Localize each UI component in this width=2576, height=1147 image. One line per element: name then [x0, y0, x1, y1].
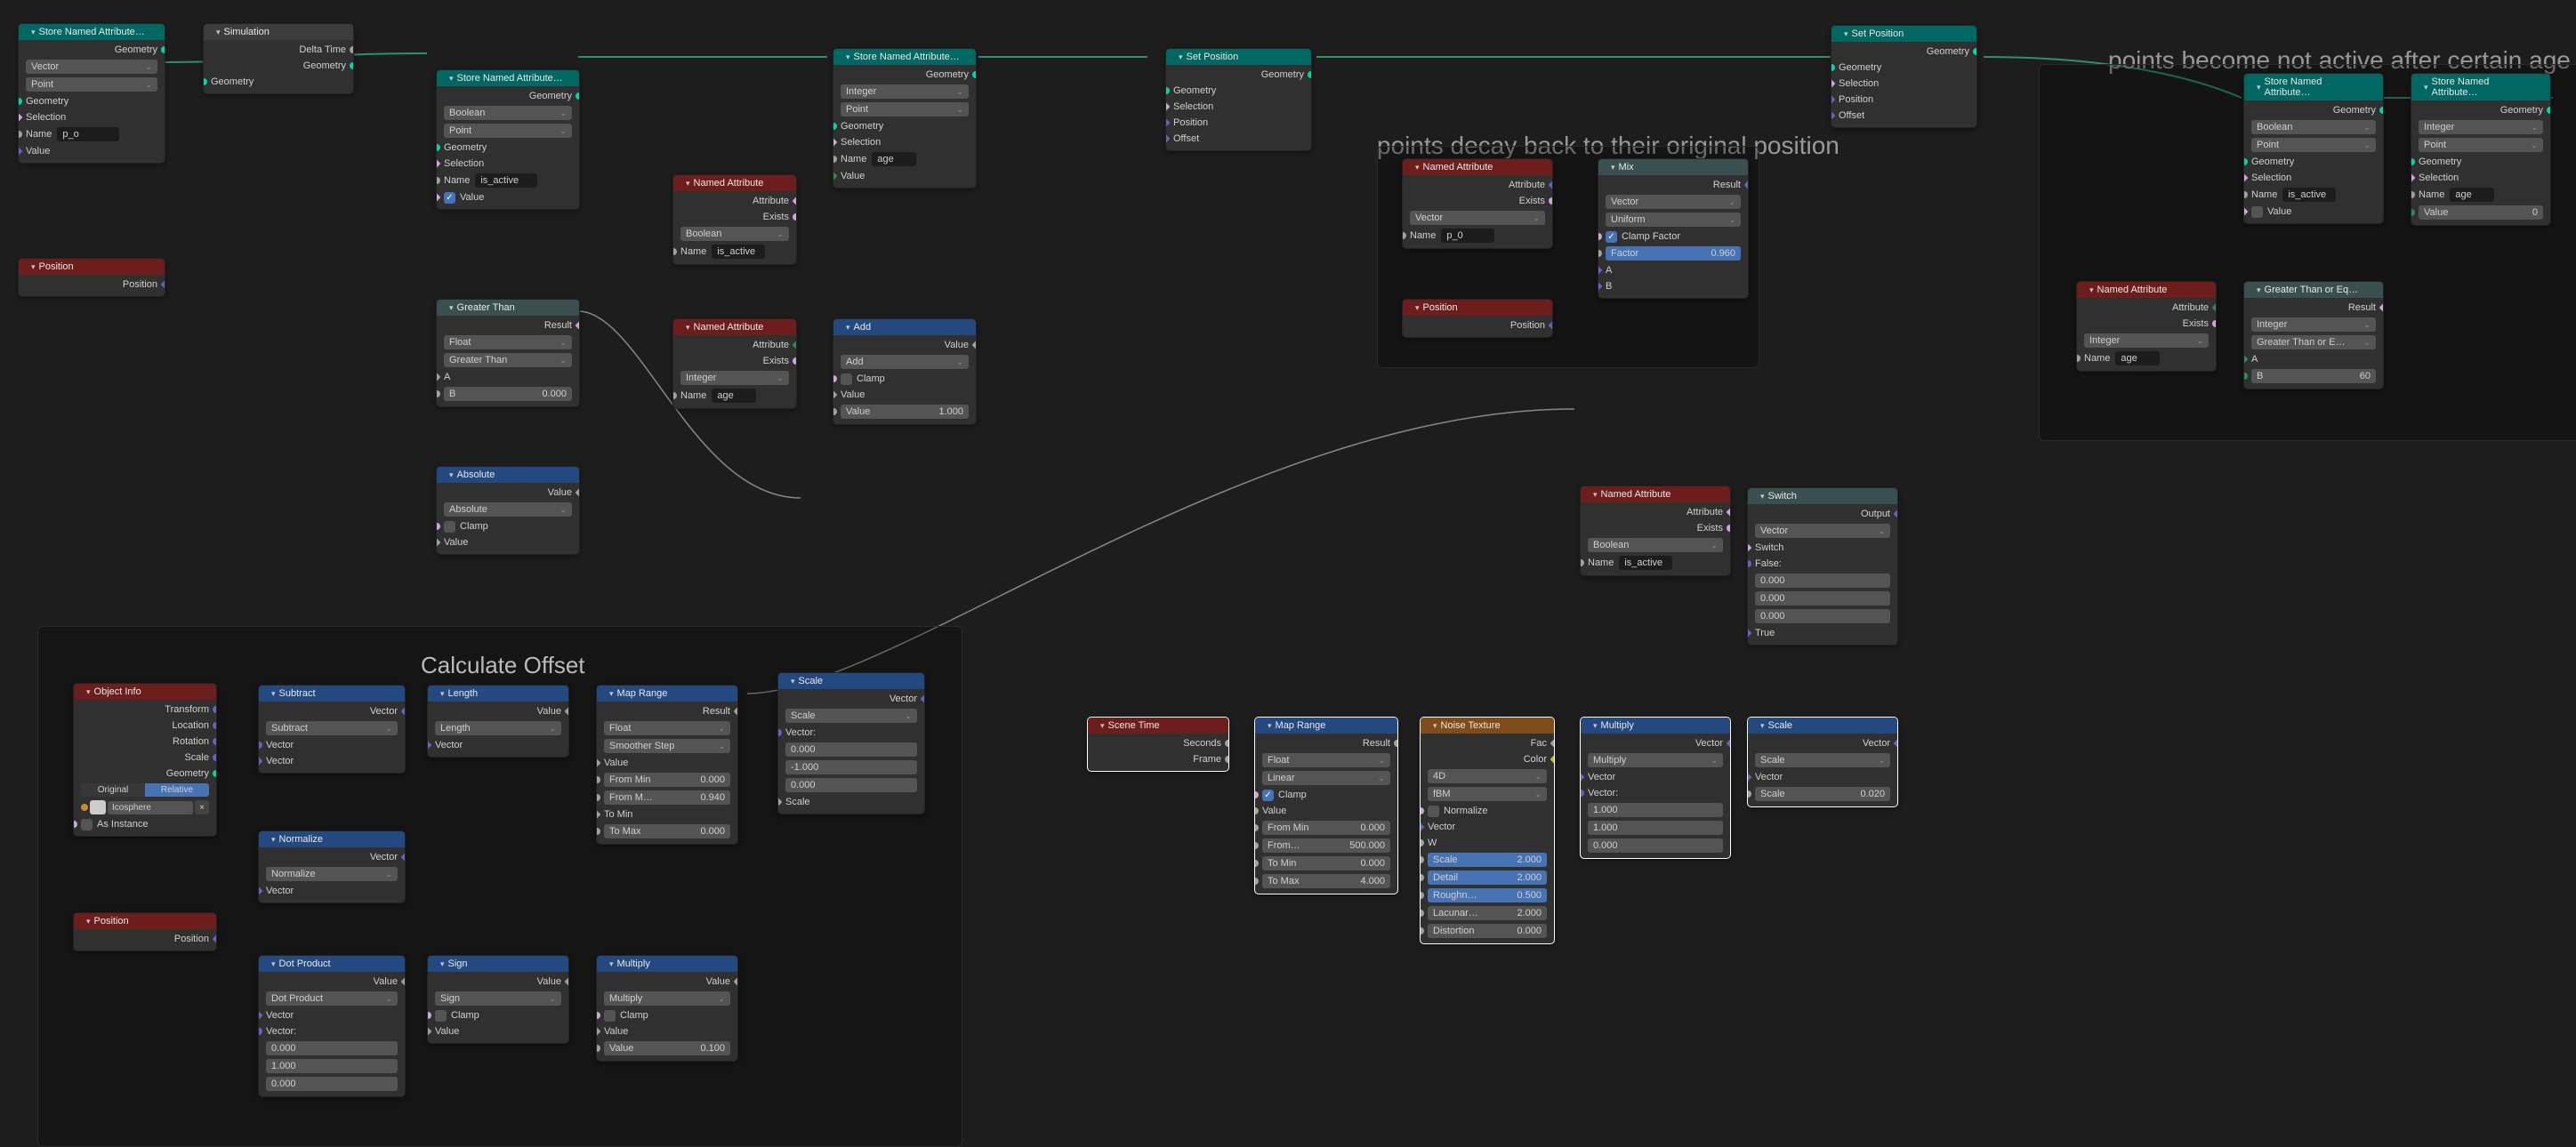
node-named-attribute-1[interactable]: ▾Named Attribute Attribute Exists Boolea…	[672, 174, 797, 265]
node-greater-equal[interactable]: ▾Greater Than or Eq… Result Integer⌄ Gre…	[2243, 281, 2384, 389]
node-header[interactable]: ▾Position	[19, 259, 165, 275]
value-checkbox[interactable]: ✓	[444, 192, 455, 204]
node-scale-1[interactable]: ▾Scale Vector Scale⌄ Vector: 0.000 -1.00…	[777, 672, 925, 814]
node-header[interactable]: ▾Simulation	[204, 24, 353, 40]
node-scene-time[interactable]: ▾Scene Time Seconds Frame	[1087, 717, 1229, 772]
node-set-position-2[interactable]: ▾Set Position Geometry Geometry Selectio…	[1831, 25, 1977, 128]
node-position-1[interactable]: ▾Position Position	[18, 258, 165, 297]
mode-original[interactable]: Original	[81, 783, 145, 797]
node-length[interactable]: ▾Length Value Length⌄ Vector	[427, 685, 569, 758]
node-map-range-2[interactable]: ▾Map Range Result Float⌄ Linear⌄ ✓Clamp …	[1254, 717, 1398, 894]
node-named-attribute-2[interactable]: ▾Named Attribute Attribute Exists Intege…	[672, 318, 797, 409]
node-absolute[interactable]: ▾Absolute Value Absolute⌄ Clamp Value	[436, 466, 580, 555]
node-normalize[interactable]: ▾Normalize Vector Normalize⌄ Vector	[258, 830, 406, 903]
node-named-attribute-3[interactable]: ▾Named Attribute Attribute Exists Vector…	[1402, 158, 1553, 249]
frame-label: Calculate Offset	[421, 652, 585, 679]
node-mix[interactable]: ▾Mix Result Vector⌄ Uniform⌄ ✓Clamp Fact…	[1598, 158, 1749, 299]
node-multiply-1[interactable]: ▾Multiply Value Multiply⌄ Clamp Value Va…	[596, 955, 738, 1062]
object-picker[interactable]: Icosphere	[108, 801, 193, 814]
node-sign[interactable]: ▾Sign Value Sign⌄ Clamp Value	[427, 955, 569, 1044]
node-store-named-attribute-1[interactable]: ▾Store Named Attribute… Geometry Vector⌄…	[18, 23, 165, 164]
clear-object-icon[interactable]: ×	[195, 800, 209, 814]
node-named-attribute-4[interactable]: ▾Named Attribute Attribute Exists Intege…	[2076, 281, 2217, 372]
node-scale-2[interactable]: ▾Scale Vector Scale⌄ Vector Scale0.020	[1747, 717, 1898, 807]
node-multiply-2[interactable]: ▾Multiply Vector Multiply⌄ Vector Vector…	[1580, 717, 1731, 859]
mode-relative[interactable]: Relative	[145, 783, 209, 797]
node-map-range-1[interactable]: ▾Map Range Result Float⌄ Smoother Step⌄ …	[596, 685, 738, 845]
node-named-attribute-5[interactable]: ▾Named Attribute Attribute Exists Boolea…	[1580, 485, 1731, 576]
node-store-named-attribute-4[interactable]: ▾Store Named Attribute… Geometry Boolean…	[2243, 73, 2384, 224]
type-select[interactable]: Vector⌄	[26, 60, 157, 74]
node-object-info[interactable]: ▾Object Info Transform Location Rotation…	[73, 683, 217, 837]
node-switch[interactable]: ▾Switch Output Vector⌄ Switch False: 0.0…	[1747, 487, 1898, 646]
node-header[interactable]: ▾Store Named Attribute…	[19, 24, 165, 40]
name-input[interactable]: p_o	[57, 127, 119, 141]
node-position-2[interactable]: ▾Position Position	[1402, 299, 1553, 338]
node-subtract[interactable]: ▾Subtract Vector Subtract⌄ Vector Vector	[258, 685, 406, 774]
node-store-named-attribute-5[interactable]: ▾Store Named Attribute… Geometry Integer…	[2411, 73, 2551, 226]
chevron-down-icon: ▾	[31, 28, 36, 37]
node-greater-than[interactable]: ▾Greater Than Result Float⌄ Greater Than…	[436, 299, 580, 407]
node-simulation-1[interactable]: ▾Simulation Delta Time Geometry Geometry	[203, 23, 354, 94]
node-dot-product[interactable]: ▾Dot Product Value Dot Product⌄ Vector V…	[258, 955, 406, 1097]
node-store-named-attribute-2[interactable]: ▾Store Named Attribute… Geometry Boolean…	[436, 69, 580, 210]
node-position-3[interactable]: ▾Position Position	[73, 912, 217, 951]
node-set-position-1[interactable]: ▾Set Position Geometry Geometry Selectio…	[1165, 48, 1312, 151]
node-store-named-attribute-3[interactable]: ▾Store Named Attribute… Geometry Integer…	[833, 48, 977, 188]
object-swatch[interactable]	[90, 800, 106, 814]
node-add[interactable]: ▾Add Value Add⌄ Clamp Value Value1.000	[833, 318, 977, 425]
node-noise-texture[interactable]: ▾Noise Texture Fac Color 4D⌄ fBM⌄ Normal…	[1420, 717, 1555, 944]
domain-select[interactable]: Point⌄	[26, 77, 157, 92]
